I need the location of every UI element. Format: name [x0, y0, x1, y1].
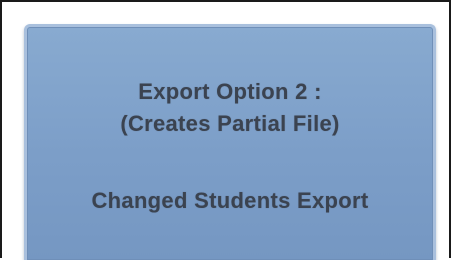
export-option-name: Changed Students Export [91, 188, 369, 213]
changed-students-export-button[interactable]: Export Option 2 : (Creates Partial File)… [24, 24, 436, 260]
export-option-subtitle: (Creates Partial File) [120, 111, 340, 136]
frame-border: Export Option 2 : (Creates Partial File)… [0, 0, 451, 260]
export-option-title: Export Option 2 : [138, 79, 322, 104]
